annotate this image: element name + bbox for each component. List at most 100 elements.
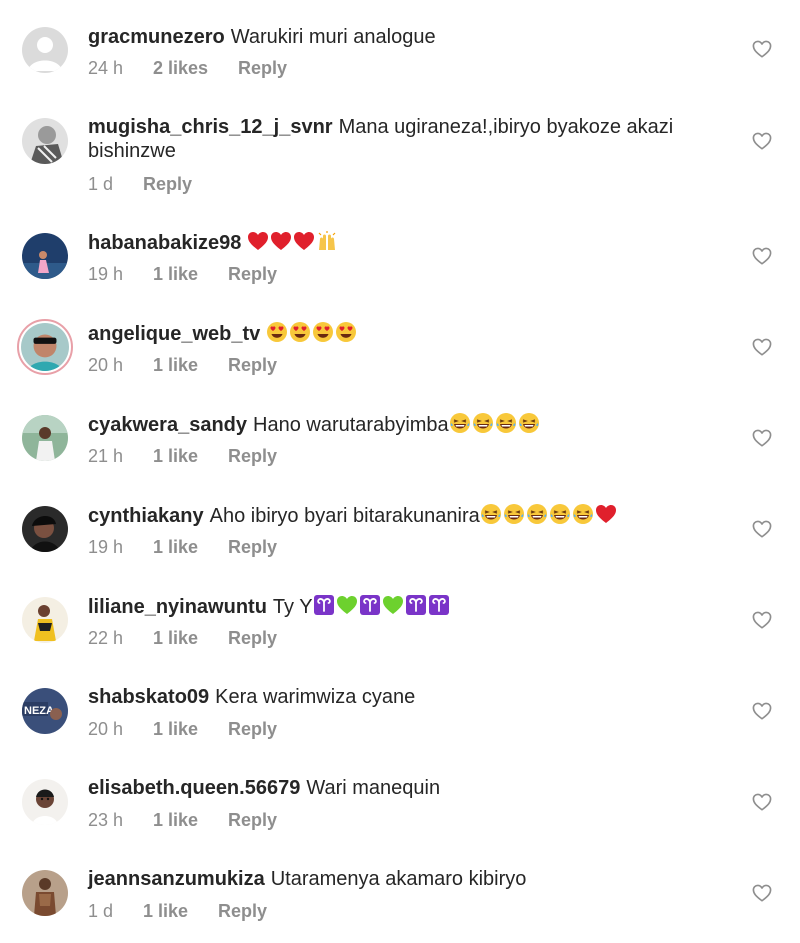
username-link[interactable]: elisabeth.queen.56679	[88, 777, 300, 799]
comment-item: NEZA shabskato09 Kera warimwiza cyane 20 …	[0, 661, 800, 752]
tears-of-joy-emoji	[495, 413, 516, 433]
avatar[interactable]	[22, 415, 68, 461]
likes-count-link[interactable]: 1 like	[153, 537, 223, 558]
reply-button[interactable]: Reply	[228, 628, 277, 649]
heart-outline-icon[interactable]	[752, 338, 772, 356]
comment-meta: 23 h 1 like Reply	[88, 810, 277, 831]
reply-button[interactable]: Reply	[238, 58, 287, 79]
comment-timestamp: 1 d	[88, 901, 114, 921]
comment-meta: 24 h 2 likes Reply	[88, 58, 287, 79]
likes-count-link[interactable]: 1 like	[153, 446, 223, 467]
avatar[interactable]	[22, 118, 68, 164]
comment-item: liliane_nyinawuntu Ty Y 22 h 1 like Reply	[0, 570, 800, 661]
heart-outline-icon[interactable]	[752, 702, 772, 720]
comment-text: Hano warutarabyimba	[253, 414, 449, 436]
likes-count-link[interactable]: 1 like	[153, 264, 223, 285]
avatar[interactable]	[17, 319, 73, 375]
comment-body: elisabeth.queen.56679 Wari manequin	[88, 776, 728, 800]
comment-item: cynthiakany Aho ibiryo byari bitarakunani…	[0, 479, 800, 570]
likes-count-link[interactable]: 1 like	[153, 628, 223, 649]
likes-count-link[interactable]: 1 like	[143, 901, 213, 922]
comment-meta: 1 d 1 like Reply	[88, 901, 267, 922]
comment-meta: 19 h 1 like Reply	[88, 537, 277, 558]
likes-count-link[interactable]: 1 like	[153, 719, 223, 740]
red-heart-emoji	[248, 232, 269, 250]
comment-timestamp: 24 h	[88, 58, 124, 78]
avatar[interactable]	[22, 870, 68, 916]
comment-body: cynthiakany Aho ibiryo byari bitarakunani…	[88, 503, 728, 528]
heart-outline-icon[interactable]	[752, 793, 772, 811]
comment-meta: 21 h 1 like Reply	[88, 446, 277, 467]
username-link[interactable]: cyakwera_sandy	[88, 414, 247, 436]
green-heart-emoji	[382, 596, 403, 614]
username-link[interactable]: shabskato09	[88, 686, 209, 708]
username-link[interactable]: gracmunezero	[88, 26, 225, 48]
reply-button[interactable]: Reply	[143, 174, 192, 195]
heart-eyes-emoji	[313, 322, 334, 342]
avatar[interactable]	[22, 597, 68, 643]
reply-button[interactable]: Reply	[228, 810, 277, 831]
comment-text: Warukiri muri analogue	[230, 26, 436, 48]
comment-item: mugisha_chris_12_j_svnr Mana ugiraneza!,i…	[0, 91, 800, 194]
username-link[interactable]: jeannsanzumukiza	[88, 868, 265, 890]
heart-outline-icon[interactable]	[752, 132, 772, 150]
comment-item: gracmunezero Warukiri muri analogue 24 h …	[0, 0, 800, 91]
comment-text: Kera warimwiza cyane	[215, 686, 416, 708]
svg-text:NEZA: NEZA	[24, 705, 54, 717]
heart-outline-icon[interactable]	[752, 611, 772, 629]
comment-meta: 1 d Reply	[88, 174, 192, 195]
username-link[interactable]: mugisha_chris_12_j_svnr	[88, 116, 333, 138]
comment-meta: 22 h 1 like Reply	[88, 628, 277, 649]
comment-emojis	[247, 231, 339, 254]
heart-outline-icon[interactable]	[752, 884, 772, 902]
avatar[interactable]	[22, 233, 68, 279]
tears-of-joy-emoji	[480, 504, 501, 524]
heart-outline-icon[interactable]	[752, 40, 772, 58]
comment-meta: 20 h 1 like Reply	[88, 719, 277, 740]
reply-button[interactable]: Reply	[228, 355, 277, 376]
comment-timestamp: 19 h	[88, 537, 124, 557]
likes-count-link[interactable]: 1 like	[153, 355, 223, 376]
comment-timestamp: 19 h	[88, 264, 124, 284]
username-link[interactable]: cynthiakany	[88, 505, 204, 527]
comment-item: habanabakize98 19 h 1 like Reply	[0, 206, 800, 297]
avatar[interactable]	[22, 506, 68, 552]
reply-button[interactable]: Reply	[228, 719, 277, 740]
comment-item: jeannsanzumukiza Utaramenya akamaro kibir…	[0, 843, 800, 934]
heart-outline-icon[interactable]	[752, 429, 772, 447]
likes-count-link[interactable]: 1 like	[153, 810, 223, 831]
comment-body: angelique_web_tv	[88, 321, 728, 346]
reply-button[interactable]: Reply	[228, 264, 277, 285]
comment-meta: 20 h 1 like Reply	[88, 355, 277, 376]
username-link[interactable]: liliane_nyinawuntu	[88, 596, 267, 618]
heart-eyes-emoji	[336, 322, 357, 342]
reply-button[interactable]: Reply	[228, 446, 277, 467]
reply-button[interactable]: Reply	[228, 537, 277, 558]
avatar[interactable]: NEZA	[22, 688, 68, 734]
comment-timestamp: 22 h	[88, 628, 124, 648]
tears-of-joy-emoji	[472, 413, 493, 433]
red-heart-emoji	[271, 232, 292, 250]
username-link[interactable]: angelique_web_tv	[88, 323, 260, 345]
heart-outline-icon[interactable]	[752, 247, 772, 265]
comment-body: mugisha_chris_12_j_svnr Mana ugiraneza!,i…	[88, 115, 728, 163]
comment-body: liliane_nyinawuntu Ty Y	[88, 594, 728, 619]
avatar[interactable]	[22, 779, 68, 825]
comment-emojis	[480, 504, 618, 527]
reply-button[interactable]: Reply	[218, 901, 267, 922]
aries-emoji	[313, 595, 334, 615]
heart-outline-icon[interactable]	[752, 520, 772, 538]
raised-hands-emoji	[318, 231, 336, 250]
comment-body: habanabakize98	[88, 230, 728, 255]
tears-of-joy-emoji	[449, 413, 470, 433]
likes-count-link[interactable]: 2 likes	[153, 58, 233, 79]
comment-text: Ty Y	[272, 596, 313, 618]
comment-timestamp: 20 h	[88, 355, 124, 375]
avatar[interactable]	[22, 27, 68, 73]
comment-timestamp: 23 h	[88, 810, 124, 830]
tears-of-joy-emoji	[503, 504, 524, 524]
comment-text: Aho ibiryo byari bitarakunanira	[209, 505, 480, 527]
comment-item: cyakwera_sandy Hano warutarabyimba 21 h 1…	[0, 388, 800, 479]
username-link[interactable]: habanabakize98	[88, 232, 241, 254]
aries-emoji	[428, 595, 449, 615]
